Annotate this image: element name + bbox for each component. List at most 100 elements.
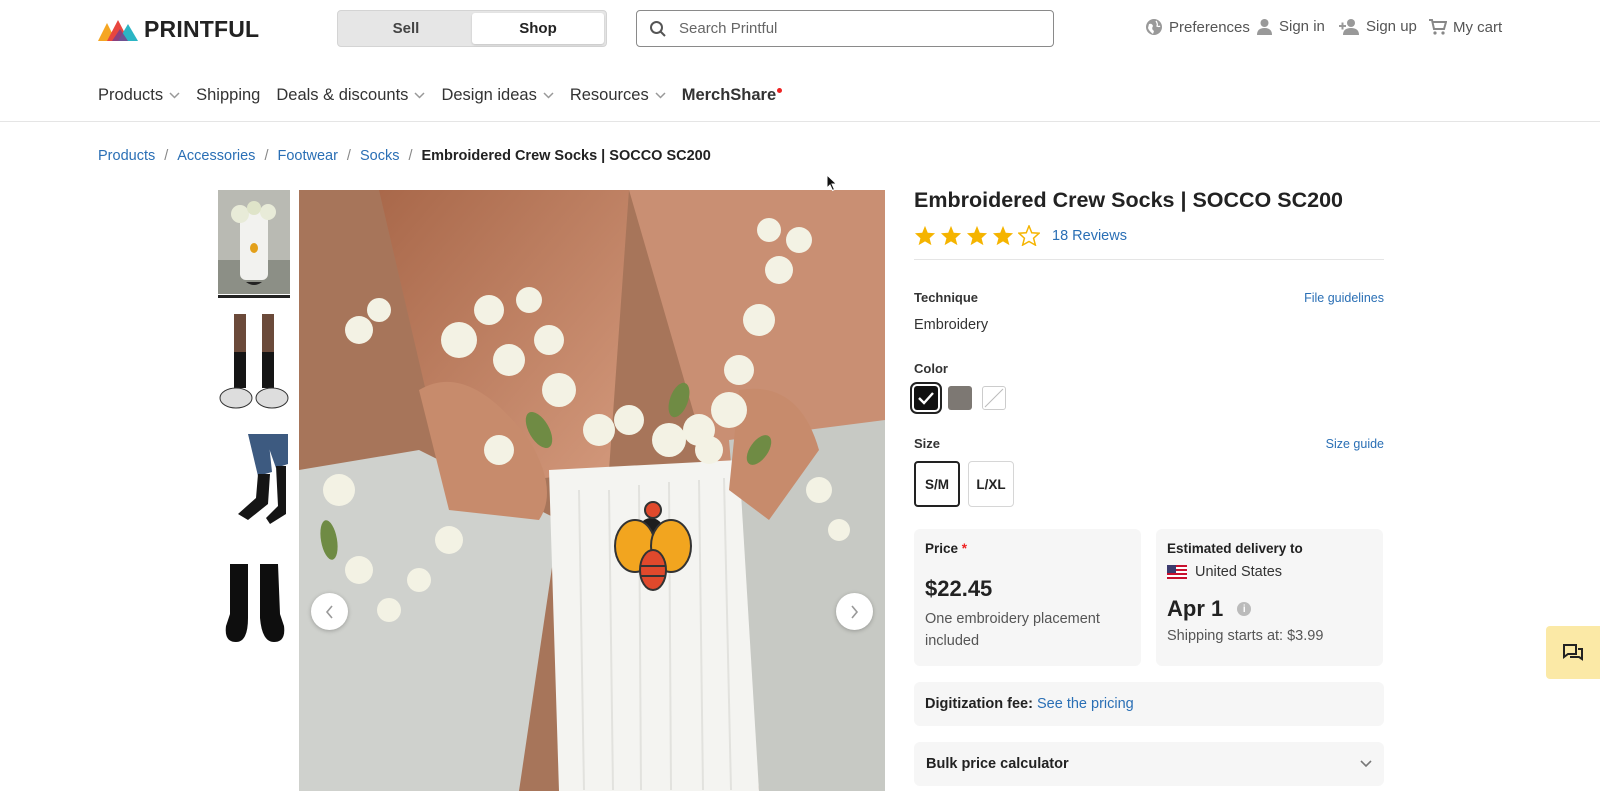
breadcrumb-separator: /: [264, 148, 269, 164]
technique-value: Embroidery: [914, 317, 989, 333]
star-rating: [914, 225, 1040, 246]
star-filled-icon: [940, 225, 962, 246]
color-swatches: [910, 382, 1384, 414]
price-value: $22.45: [925, 576, 993, 601]
thumbnail-legs-sneakers-image: [218, 314, 290, 418]
sign-up-link[interactable]: Sign up: [1338, 18, 1417, 35]
nav-deals[interactable]: Deals & discounts: [276, 86, 425, 105]
chevron-down-icon: [414, 91, 425, 99]
price-delivery-cards: Price * $22.45 One embroidery placement …: [914, 529, 1384, 666]
product-title: Embroidered Crew Socks | SOCCO SC200: [914, 188, 1343, 212]
product-details: Embroidered Crew Socks | SOCCO SC200 18 …: [910, 188, 1384, 786]
section-divider: [914, 259, 1384, 260]
chevron-down-icon: [1360, 760, 1372, 768]
breadcrumb-separator: /: [408, 148, 413, 164]
main-nav: Products Shipping Deals & discounts Desi…: [98, 83, 798, 107]
size-option[interactable]: S/M: [914, 461, 960, 507]
printful-logo[interactable]: PRINTFUL: [98, 16, 259, 43]
previous-image-button[interactable]: [311, 593, 348, 630]
cart-icon: [1429, 19, 1447, 35]
delivery-label: Estimated delivery to: [1167, 541, 1303, 556]
breadcrumb-socks[interactable]: Socks: [360, 148, 400, 164]
chat-button[interactable]: [1546, 626, 1600, 679]
user-icon: [1257, 19, 1272, 35]
nav-merchshare[interactable]: MerchShare: [681, 85, 783, 105]
delivery-country[interactable]: United States: [1167, 564, 1372, 580]
nav-deals-label: Deals & discounts: [276, 85, 409, 104]
nav-merchshare-label: MerchShare: [681, 85, 777, 104]
nav-resources[interactable]: Resources: [570, 86, 666, 105]
globe-icon: [1146, 19, 1162, 35]
sign-up-label: Sign up: [1366, 18, 1417, 35]
price-note: One embroidery placement included: [925, 611, 1100, 649]
shipping-cost: Shipping starts at: $3.99: [1167, 628, 1324, 644]
required-mark: *: [961, 541, 968, 556]
search-box: [636, 10, 1054, 47]
size-guide-link[interactable]: Size guide: [1326, 437, 1384, 451]
chevron-down-icon: [169, 91, 180, 99]
sell-tab[interactable]: Sell: [340, 13, 472, 44]
thumbnail-flat-socks-image: [218, 554, 290, 658]
brand-name: PRINTFUL: [144, 16, 260, 42]
breadcrumb-separator: /: [164, 148, 169, 164]
nav-shipping-label: Shipping: [196, 85, 261, 104]
breadcrumb: Products / Accessories / Footwear / Sock…: [98, 148, 711, 164]
next-image-button[interactable]: [836, 593, 873, 630]
breadcrumb-accessories[interactable]: Accessories: [177, 148, 255, 164]
see-pricing-link[interactable]: See the pricing: [1037, 696, 1134, 712]
thumbnail-walking-jeans-image: [218, 434, 290, 538]
price-card: Price * $22.45 One embroidery placement …: [914, 529, 1141, 666]
thumbnail-4[interactable]: [218, 554, 290, 658]
search-icon: [650, 20, 666, 37]
size-option[interactable]: L/XL: [968, 461, 1014, 507]
chat-icon: [1563, 643, 1583, 661]
breadcrumb-footwear[interactable]: Footwear: [277, 148, 337, 164]
breadcrumb-products[interactable]: Products: [98, 148, 155, 164]
white-swatch-slash: [984, 388, 1004, 408]
technique-label: Technique: [914, 290, 979, 305]
logo-mark-icon: [98, 19, 138, 41]
country-name: United States: [1195, 564, 1283, 580]
file-guidelines-link[interactable]: File guidelines: [1304, 291, 1384, 305]
nav-shipping[interactable]: Shipping: [196, 86, 260, 105]
star-filled-icon: [966, 225, 988, 246]
sign-in-label: Sign in: [1279, 18, 1325, 35]
star-filled-icon: [914, 225, 936, 246]
breadcrumb-current: Embroidered Crew Socks | SOCCO SC200: [421, 148, 711, 164]
technique-row: Technique File guidelines: [914, 290, 1384, 305]
cart-label: My cart: [1453, 18, 1503, 36]
search-input[interactable]: [679, 20, 1019, 37]
delivery-date: Apr 1 i: [1167, 596, 1372, 622]
digitization-fee: Digitization fee: See the pricing: [914, 682, 1384, 726]
delivery-card: Estimated delivery to United States Apr …: [1156, 529, 1383, 666]
shop-tab[interactable]: Shop: [472, 13, 604, 44]
nav-design-ideas[interactable]: Design ideas: [441, 86, 554, 105]
mouse-cursor-icon: [826, 174, 838, 192]
thumbnail-1[interactable]: [218, 190, 290, 298]
breadcrumb-separator: /: [346, 148, 351, 164]
price-label: Price *: [925, 541, 1130, 556]
bulk-price-calculator[interactable]: Bulk price calculator: [914, 742, 1384, 786]
info-icon[interactable]: i: [1237, 602, 1252, 616]
price-label-text: Price: [925, 541, 959, 556]
thumbnail-3[interactable]: [218, 434, 290, 538]
add-user-icon: [1339, 19, 1359, 35]
color-swatch[interactable]: [982, 386, 1006, 410]
digitization-label: Digitization fee:: [925, 696, 1033, 712]
checkmark-icon: [918, 392, 934, 405]
color-swatch[interactable]: [910, 382, 942, 414]
sign-in-link[interactable]: Sign in: [1256, 18, 1325, 35]
top-header: PRINTFUL Sell Shop Preferences Sign in: [0, 0, 1600, 58]
nav-products-label: Products: [98, 85, 164, 104]
nav-products[interactable]: Products: [98, 86, 180, 105]
preferences-link[interactable]: Preferences: [1145, 18, 1250, 36]
sock-with-flowers-photo: [299, 190, 885, 791]
thumbnail-2[interactable]: [218, 314, 290, 418]
reviews-link[interactable]: 18 Reviews: [1052, 228, 1127, 244]
star-empty-icon: [1018, 225, 1040, 246]
sell-shop-toggle: Sell Shop: [337, 10, 607, 47]
color-swatch[interactable]: [948, 386, 972, 410]
cart-link[interactable]: My cart: [1428, 18, 1502, 36]
chevron-down-icon: [543, 91, 554, 99]
header-divider: [0, 121, 1600, 122]
